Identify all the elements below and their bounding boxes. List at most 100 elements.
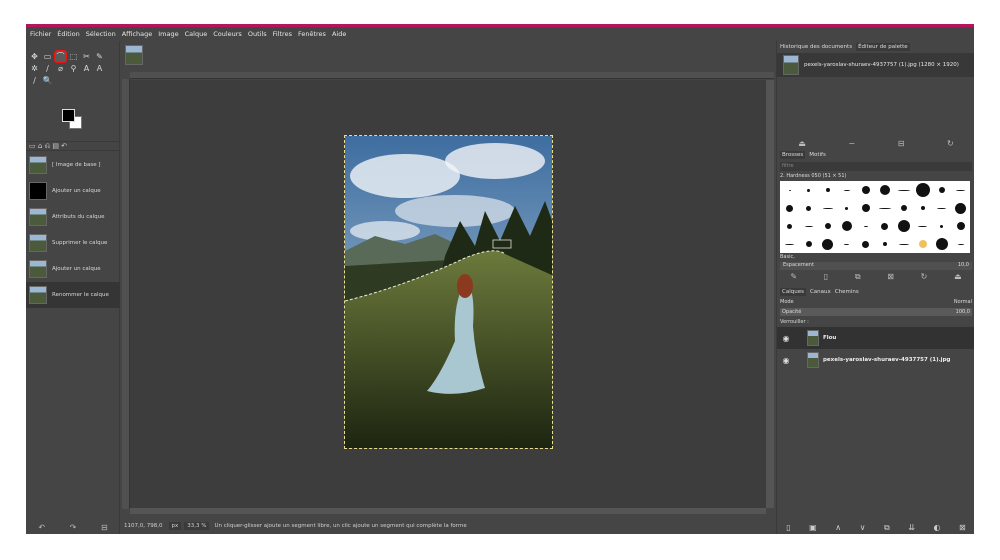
menu-edition[interactable]: Édition <box>57 30 80 38</box>
brush-preview[interactable] <box>780 235 799 253</box>
crop-tool-icon[interactable]: ✂ <box>81 51 92 62</box>
tab-paths[interactable]: Chemins <box>835 289 859 295</box>
image-tab[interactable] <box>122 41 152 71</box>
brush-preview[interactable] <box>951 235 970 253</box>
brush-preview[interactable] <box>780 217 799 235</box>
merge-layer-icon[interactable]: ⇊ <box>908 522 915 534</box>
tab-brushes[interactable]: Brosses <box>780 150 806 159</box>
menu-image[interactable]: Image <box>158 30 178 38</box>
brush-preview[interactable] <box>932 235 951 253</box>
horizontal-scrollbar[interactable] <box>130 508 766 514</box>
new-layer-icon[interactable]: ▯ <box>786 522 790 534</box>
menu-affichage[interactable]: Affichage <box>122 30 153 38</box>
vertical-ruler[interactable] <box>122 79 130 509</box>
undo-history-tabs[interactable]: ▭ ⌂ ⎌ ▤ ↶ <box>26 141 120 151</box>
undo-item[interactable]: [ Image de base ] <box>26 152 120 178</box>
brush-preview[interactable] <box>875 235 894 253</box>
undo-item[interactable]: Ajouter un calque <box>26 178 120 204</box>
brush-preview[interactable] <box>932 199 951 217</box>
brush-preview[interactable] <box>780 199 799 217</box>
rect-select-tool-icon[interactable]: ▭ <box>42 51 53 62</box>
remove-entry-icon[interactable]: − <box>848 139 855 149</box>
brush-preview[interactable] <box>894 181 913 199</box>
brush-preview[interactable] <box>818 235 837 253</box>
vertical-scrollbar[interactable] <box>766 80 774 508</box>
zoom-tool-icon[interactable]: 🔍 <box>42 75 53 86</box>
refresh-icon[interactable]: ↻ <box>947 139 954 149</box>
brush-preview[interactable] <box>856 181 875 199</box>
menu-outils[interactable]: Outils <box>248 30 267 38</box>
brush-preview[interactable] <box>818 217 837 235</box>
menu-aide[interactable]: Aide <box>332 30 346 38</box>
menu-calque[interactable]: Calque <box>185 30 208 38</box>
clone-tool-icon[interactable]: ⚲ <box>68 63 79 74</box>
brush-preview[interactable] <box>932 181 951 199</box>
refresh-brushes-icon[interactable]: ↻ <box>921 272 928 282</box>
transform-tool-icon[interactable]: ✎ <box>94 51 105 62</box>
edit-brush-icon[interactable]: ✎ <box>790 272 797 282</box>
duplicate-brush-icon[interactable]: ⧉ <box>855 272 861 282</box>
menu-couleurs[interactable]: Couleurs <box>213 30 242 38</box>
horizontal-ruler[interactable]: -1250-1000-750-500-250025050075010001250… <box>130 72 774 87</box>
mode-select[interactable]: Normal <box>954 299 972 305</box>
undo-item[interactable]: Renommer le calque <box>26 282 120 308</box>
brush-preview[interactable] <box>837 217 856 235</box>
visibility-eye-icon[interactable]: ◉ <box>777 334 795 343</box>
color-picker-tool-icon[interactable]: ∕ <box>29 75 40 86</box>
undo-item[interactable]: Supprimer le calque <box>26 230 120 256</box>
spacing-slider[interactable]: Espacement 10,0 <box>780 262 972 270</box>
image-canvas[interactable] <box>344 135 553 449</box>
clear-history-icon[interactable]: ⊟ <box>101 523 108 534</box>
brush-preview[interactable] <box>913 199 932 217</box>
layer-name[interactable]: pexels-yaroslav-shuraev-4937757 (1).jpg <box>823 357 950 363</box>
lower-layer-icon[interactable]: ∨ <box>860 522 866 534</box>
brush-preview[interactable] <box>856 199 875 217</box>
undo-icon[interactable]: ↶ <box>38 523 45 534</box>
delete-brush-icon[interactable]: ⊠ <box>887 272 894 282</box>
eraser-tool-icon[interactable]: ⌀ <box>55 63 66 74</box>
tab-channels[interactable]: Canaux <box>810 289 831 295</box>
undo-item[interactable]: Ajouter un calque <box>26 256 120 282</box>
brush-preview[interactable] <box>894 199 913 217</box>
menu-selection[interactable]: Sélection <box>86 30 116 38</box>
brush-preview[interactable] <box>837 199 856 217</box>
zoom-select[interactable]: 33,3 % <box>184 522 210 530</box>
redo-icon[interactable]: ↷ <box>70 523 77 534</box>
brush-preview[interactable] <box>856 235 875 253</box>
mask-layer-icon[interactable]: ◐ <box>933 522 940 534</box>
foreground-color-swatch[interactable] <box>62 109 75 122</box>
tab-palette-editor[interactable]: Éditeur de palette <box>856 42 910 51</box>
brush-preview[interactable] <box>875 181 894 199</box>
brush-preview[interactable] <box>875 217 894 235</box>
brush-preview[interactable] <box>780 181 799 199</box>
new-group-icon[interactable]: ▣ <box>809 522 817 534</box>
brush-preview[interactable] <box>913 181 932 199</box>
layer-name[interactable]: Flou <box>823 335 836 341</box>
brush-preview[interactable] <box>894 235 913 253</box>
menu-fenetres[interactable]: Fenêtres <box>298 30 326 38</box>
brush-filter-input[interactable]: filtre <box>780 162 972 171</box>
brush-preview[interactable] <box>799 181 818 199</box>
open-image-icon[interactable]: ⏏ <box>798 139 806 149</box>
brush-preview[interactable] <box>913 235 932 253</box>
color-swatches[interactable] <box>60 107 86 131</box>
document-history-item[interactable]: pexels-yaroslav-shuraev-4937757 (1).jpg … <box>777 53 974 77</box>
path-tool-icon[interactable]: A <box>81 63 92 74</box>
brush-preview[interactable] <box>818 181 837 199</box>
brush-preview[interactable] <box>837 181 856 199</box>
brush-preview[interactable] <box>856 217 875 235</box>
unit-select[interactable]: px <box>168 522 182 530</box>
free-select-tool-icon[interactable]: ⌒ <box>54 50 67 63</box>
brush-preview[interactable] <box>894 217 913 235</box>
brush-preview[interactable] <box>951 217 970 235</box>
raise-layer-icon[interactable]: ∧ <box>835 522 841 534</box>
layer-row[interactable]: ◉ pexels-yaroslav-shuraev-4937757 (1).jp… <box>777 349 974 371</box>
new-brush-icon[interactable]: ▯ <box>824 272 828 282</box>
brush-preview[interactable] <box>875 199 894 217</box>
fuzzy-select-tool-icon[interactable]: ⬚ <box>68 51 79 62</box>
brush-preview[interactable] <box>799 235 818 253</box>
brush-preview[interactable] <box>932 217 951 235</box>
layer-row[interactable]: ◉ Flou <box>777 327 974 349</box>
menu-filtres[interactable]: Filtres <box>273 30 292 38</box>
brush-preview[interactable] <box>913 217 932 235</box>
